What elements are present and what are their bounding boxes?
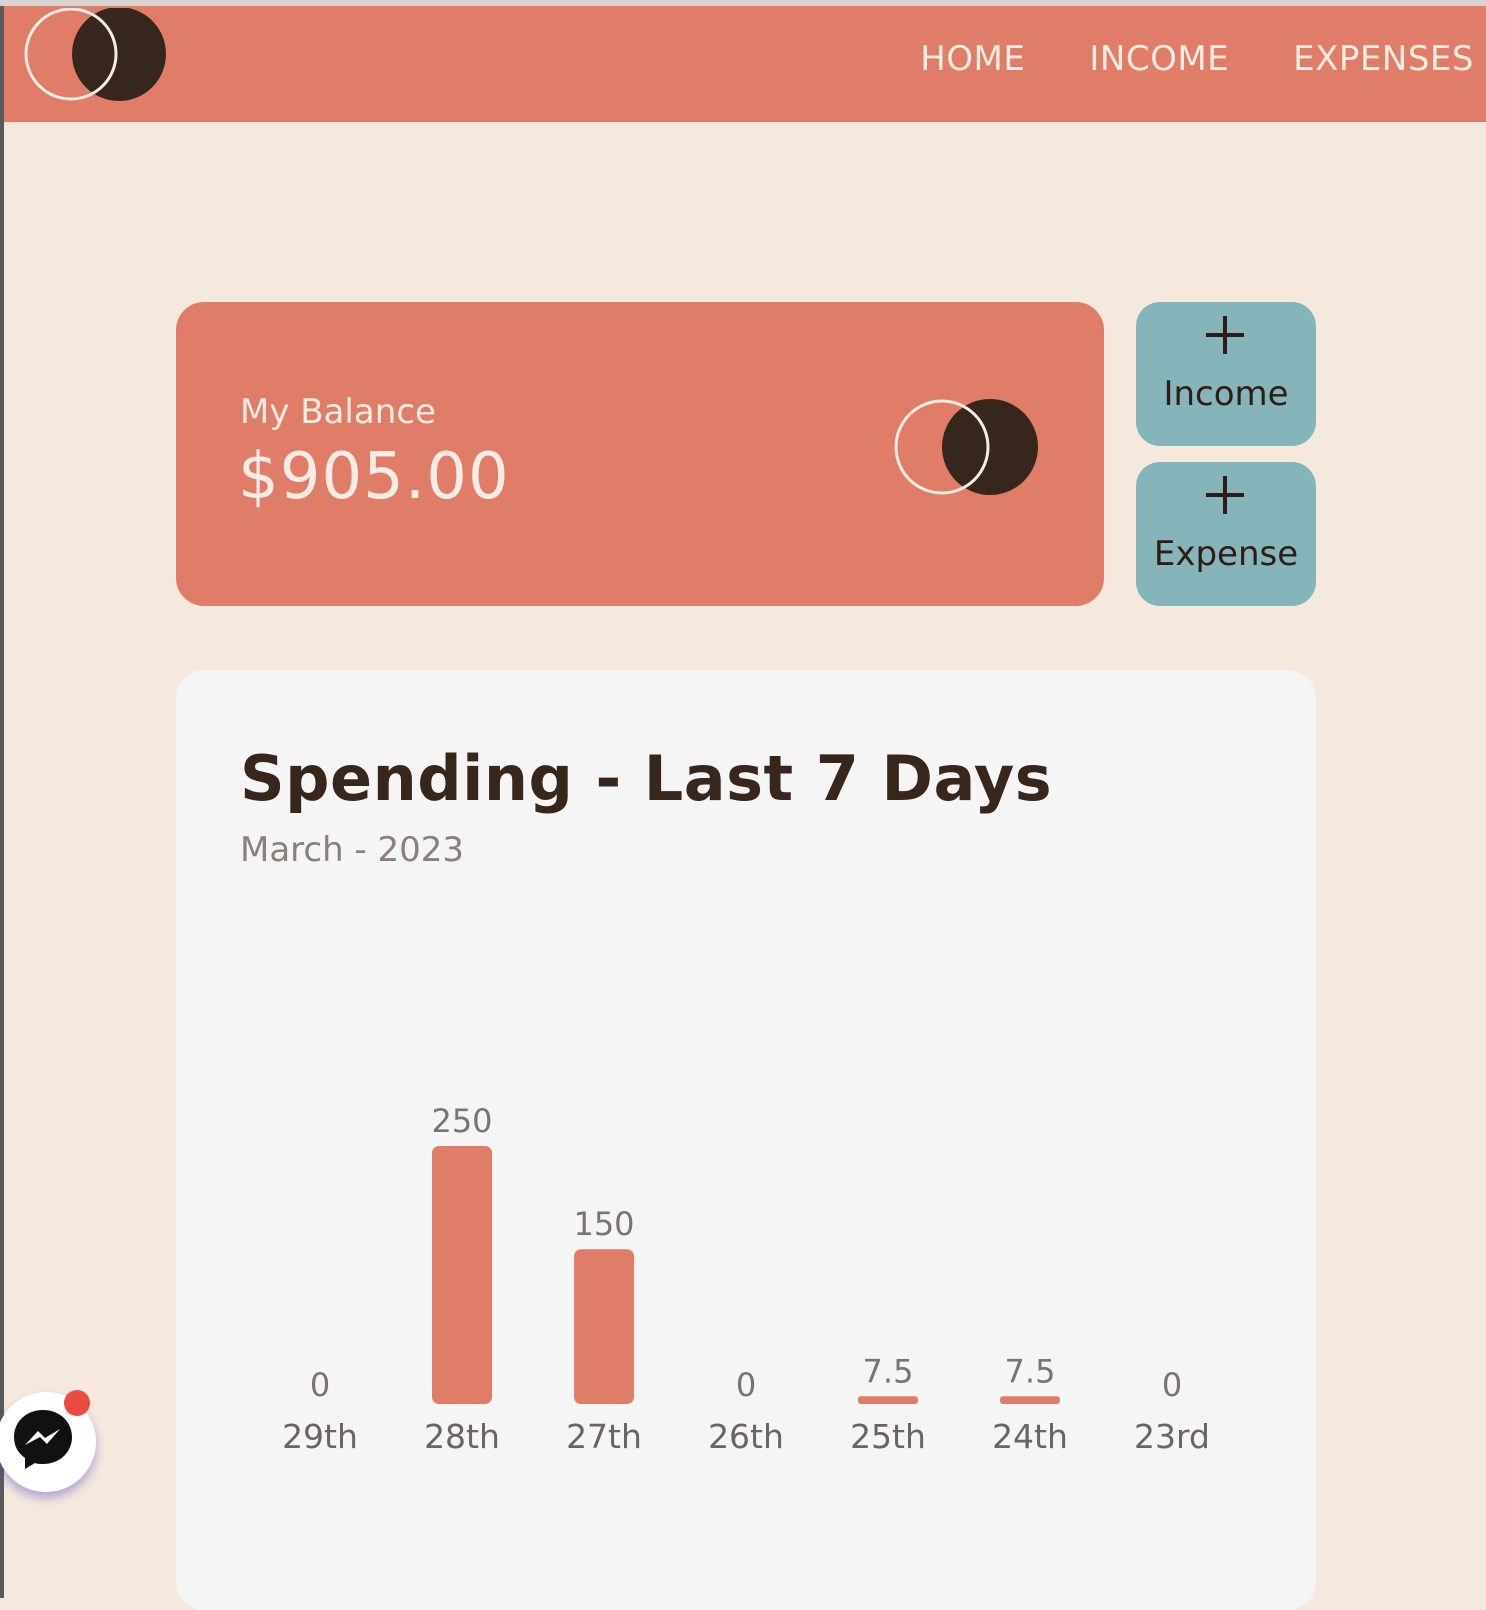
chart-bar-25th (858, 1396, 918, 1404)
balance-label: My Balance (240, 392, 436, 432)
chart-category-label: 28th (424, 1417, 500, 1456)
double-circle-logo-icon[interactable] (21, 8, 171, 104)
chart-bar-27th (574, 1249, 634, 1404)
nav-link-home[interactable]: HOME (920, 36, 1025, 82)
navbar: HOME INCOME EXPENSES (4, 6, 1486, 122)
chart-value-label: 250 (431, 1102, 492, 1140)
chart-value-label: 7.5 (1005, 1352, 1056, 1390)
add-expense-label: Expense (1153, 534, 1299, 574)
chart-category-label: 24th (992, 1417, 1068, 1456)
spending-subtitle: March - 2023 (240, 830, 465, 870)
balance-card: My Balance $905.00 (176, 302, 1104, 606)
chart-bar-28th (432, 1146, 492, 1404)
messenger-icon (14, 1410, 72, 1469)
messenger-chat-button[interactable] (0, 1390, 96, 1492)
nav-links: HOME INCOME EXPENSES (920, 36, 1474, 82)
nav-link-expenses[interactable]: EXPENSES (1293, 36, 1474, 82)
spending-title: Spending - Last 7 Days (240, 742, 1053, 815)
chart-value-label: 150 (573, 1205, 634, 1243)
add-expense-button[interactable]: Expense (1136, 462, 1316, 606)
chart-value-label: 0 (310, 1366, 330, 1404)
chart-category-label: 26th (708, 1417, 784, 1456)
plus-icon (1206, 476, 1244, 514)
chart-category-label: 25th (850, 1417, 926, 1456)
window-left-edge (0, 0, 4, 1598)
chart-value-label: 0 (736, 1366, 756, 1404)
notification-dot-icon (64, 1390, 90, 1416)
plus-icon (1206, 316, 1244, 354)
chart-category-label: 23rd (1134, 1417, 1210, 1456)
chart-bar-24th (1000, 1396, 1060, 1404)
chart-value-label: 7.5 (863, 1352, 914, 1390)
spending-card: 0 29th 250 28th 150 27th 0 26th 7.5 25th 7.5 24th 0 2… (176, 670, 1316, 1610)
balance-amount: $905.00 (238, 440, 510, 514)
add-income-label: Income (1163, 374, 1289, 414)
chart-category-label: 27th (566, 1417, 642, 1456)
double-circle-logo-icon (894, 399, 1038, 495)
nav-link-income[interactable]: INCOME (1089, 36, 1229, 82)
add-income-button[interactable]: Income (1136, 302, 1316, 446)
chart-category-label: 29th (282, 1417, 358, 1456)
chart-value-label: 0 (1162, 1366, 1182, 1404)
